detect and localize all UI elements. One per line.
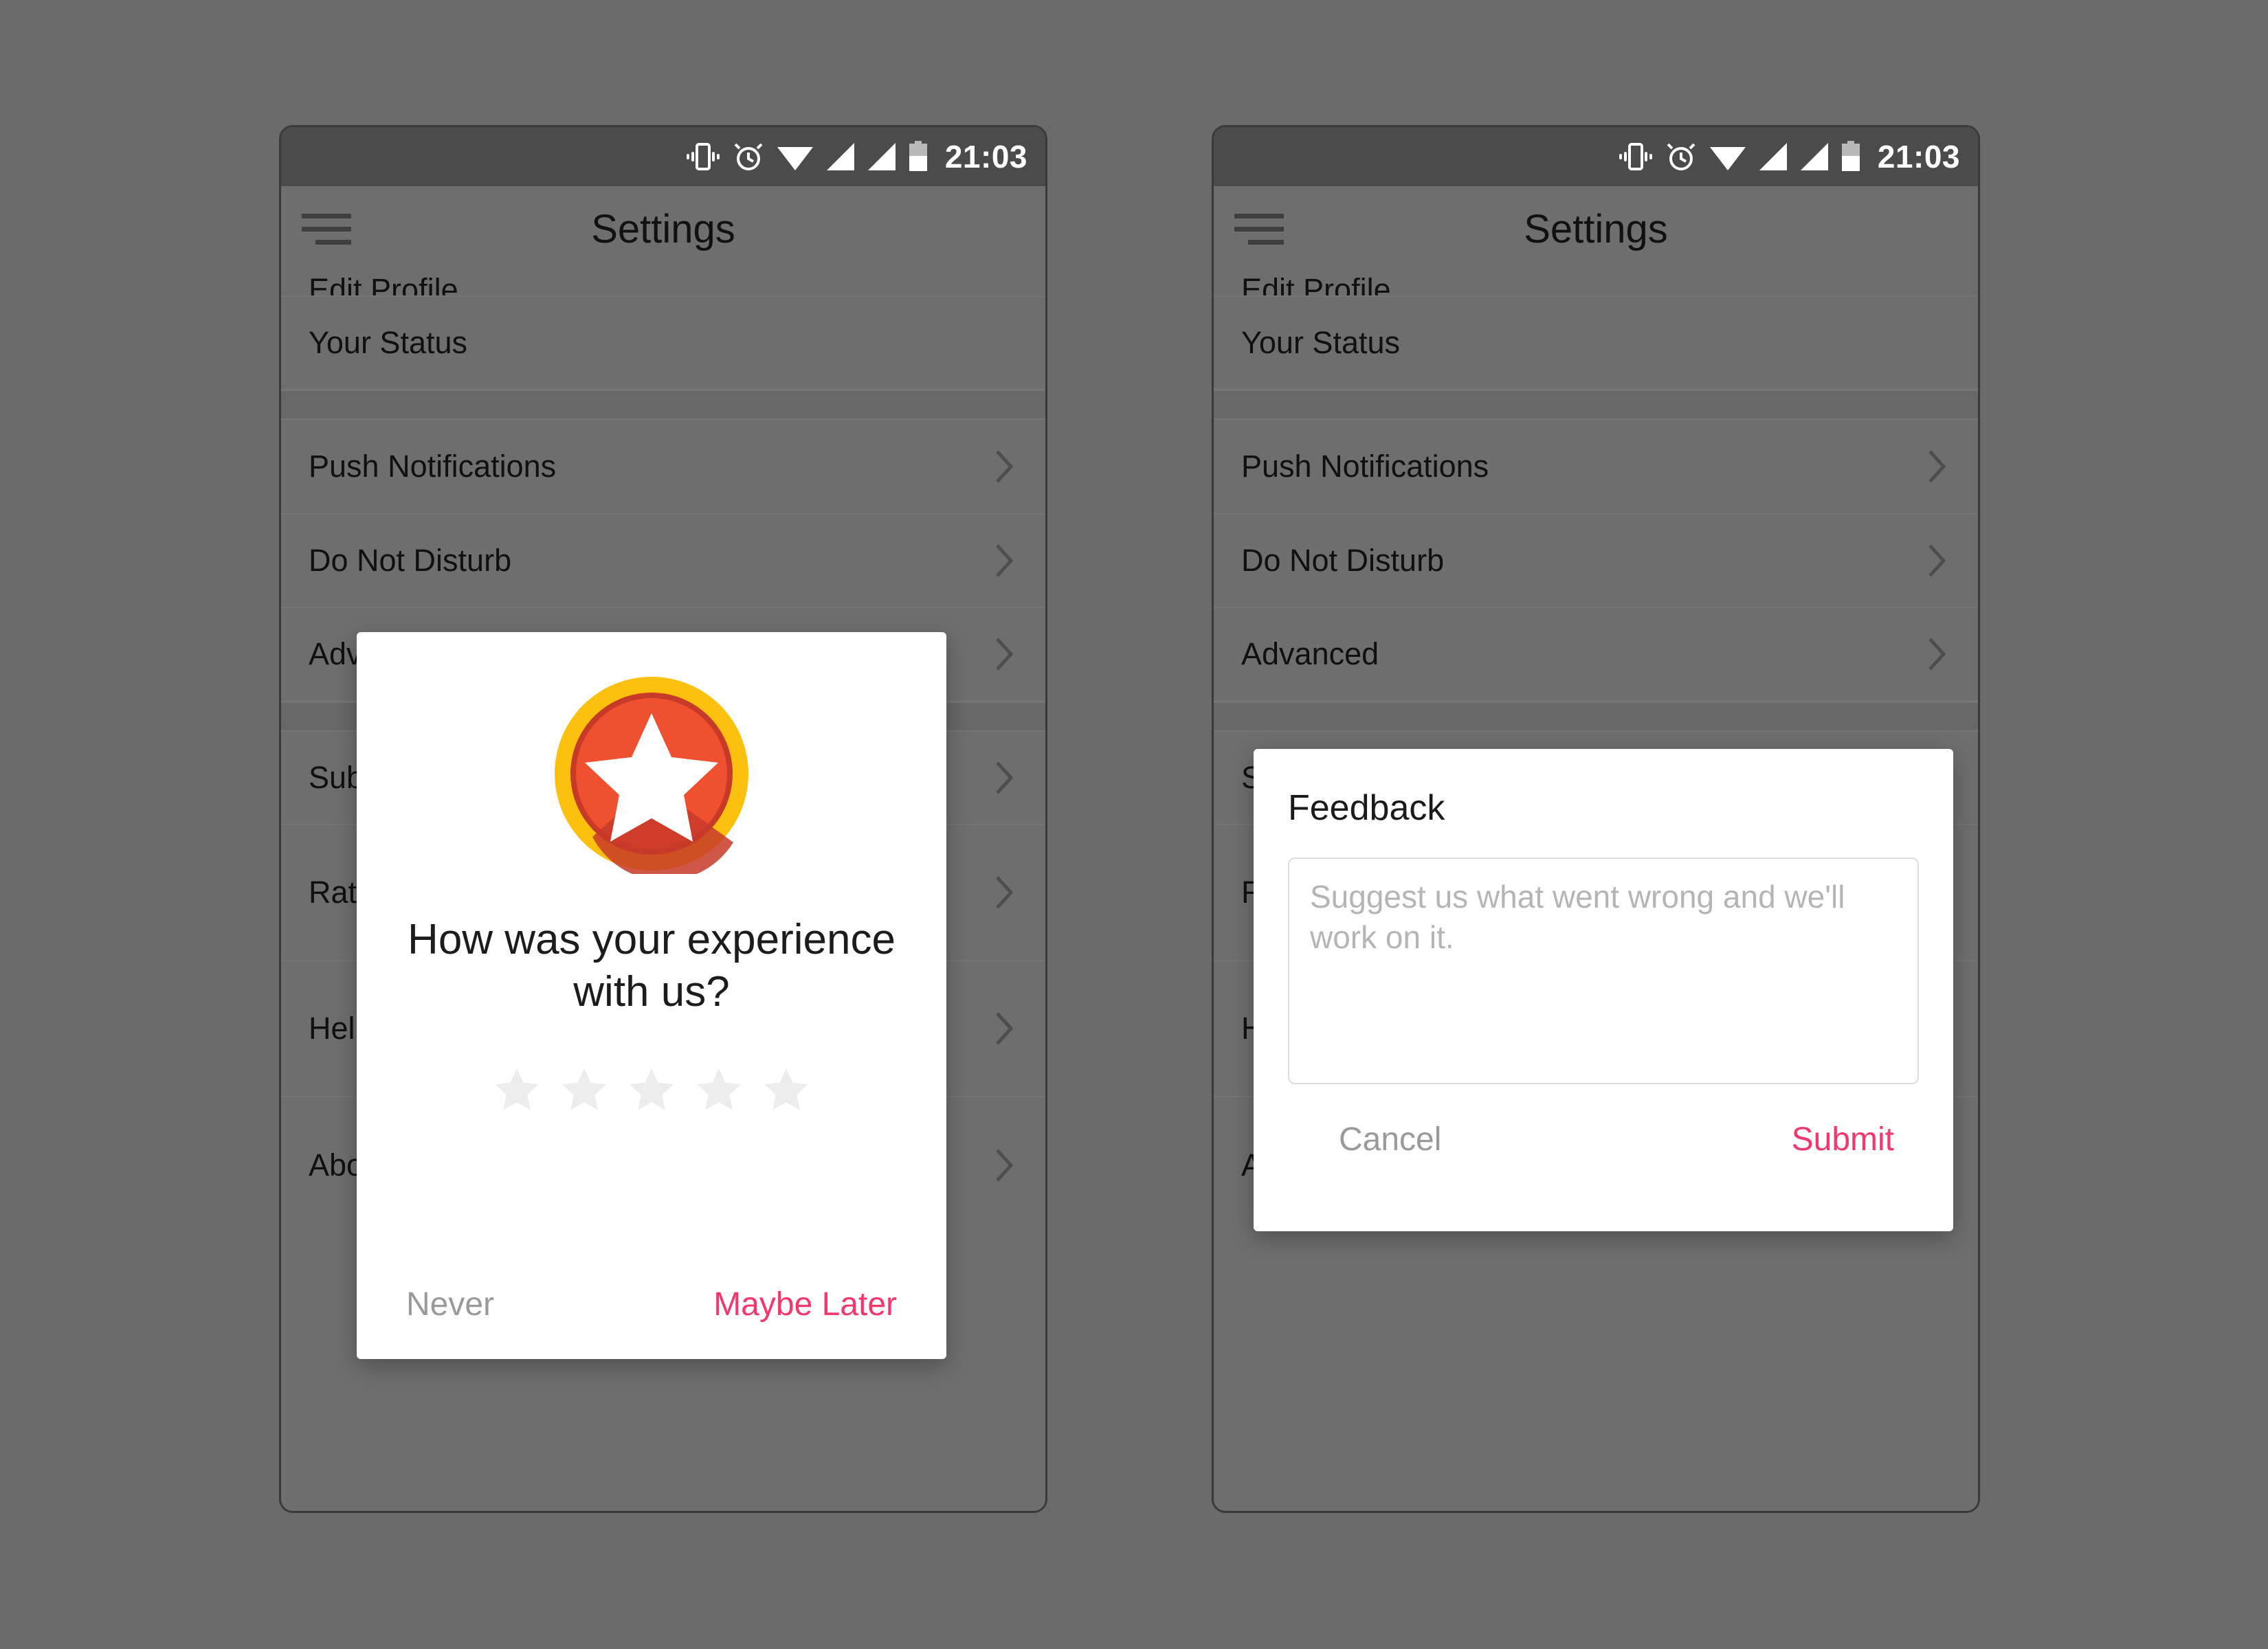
vibrate-icon	[1618, 140, 1654, 173]
rating-question-text: How was your experience with us?	[408, 916, 896, 1016]
never-button[interactable]: Never	[406, 1286, 494, 1323]
hamburger-menu-icon[interactable]	[302, 212, 351, 247]
status-bar-right: 21:03	[1214, 127, 1978, 186]
phone-mockup-left: 21:03 Settings Edit Profile Your Status …	[279, 125, 1047, 1513]
list-item-push-notifications[interactable]: Push Notifications	[1214, 420, 1978, 515]
settings-list-right[interactable]: Edit Profile Your Status Push Notificati…	[1214, 272, 1978, 1511]
alarm-icon	[732, 140, 765, 173]
signal-icon	[1799, 142, 1830, 172]
chevron-right-icon	[990, 541, 1018, 580]
list-item-label: Advanced	[1241, 636, 1379, 671]
signal-icon	[1758, 142, 1788, 172]
page-title: Settings	[1524, 207, 1668, 251]
settings-list-left[interactable]: Edit Profile Your Status Push Notificati…	[281, 272, 1045, 1511]
star-icon-4[interactable]	[692, 1063, 746, 1117]
chevron-right-icon	[1923, 541, 1950, 580]
list-item-label: Push Notifications	[1241, 449, 1489, 484]
chevron-right-icon	[990, 759, 1018, 797]
star-badge-icon	[551, 673, 752, 881]
chevron-right-icon	[990, 635, 1018, 673]
feedback-dialog-title: Feedback	[1288, 788, 1445, 828]
list-section-divider	[1214, 702, 1978, 732]
rate-us-dialog: How was your experience with us? Never M…	[357, 632, 946, 1359]
status-bar-clock: 21:03	[944, 139, 1027, 175]
list-item-your-status[interactable]: Your Status	[281, 297, 1045, 390]
hamburger-menu-icon[interactable]	[1234, 212, 1284, 247]
signal-icon	[825, 142, 856, 172]
battery-icon	[908, 141, 929, 172]
feedback-dialog: Feedback Cancel Submit	[1254, 749, 1953, 1231]
maybe-later-button[interactable]: Maybe Later	[713, 1286, 897, 1323]
chevron-right-icon	[990, 873, 1018, 912]
app-bar-left: Settings	[281, 186, 1045, 272]
chevron-right-icon	[990, 1146, 1018, 1185]
star-icon-3[interactable]	[625, 1063, 678, 1117]
list-section-divider	[1214, 390, 1978, 420]
star-icon-5[interactable]	[759, 1063, 813, 1117]
wifi-icon	[1709, 142, 1747, 172]
status-bar-clock: 21:03	[1877, 139, 1960, 175]
feedback-dialog-actions: Cancel Submit	[1288, 1084, 1919, 1194]
list-item-edit-profile[interactable]: Edit Profile	[281, 272, 1045, 297]
list-item-label: Your Status	[309, 324, 467, 360]
list-item-label: Edit Profile	[309, 272, 458, 297]
cancel-button[interactable]: Cancel	[1339, 1121, 1441, 1158]
list-item-push-notifications[interactable]: Push Notifications	[281, 420, 1045, 515]
list-item-advanced[interactable]: Advanced	[1214, 608, 1978, 702]
chevron-right-icon	[1923, 447, 1950, 486]
list-item-label: Do Not Disturb	[1241, 543, 1445, 578]
wifi-icon	[776, 142, 814, 172]
chevron-right-icon	[990, 447, 1018, 486]
star-icon-2[interactable]	[557, 1063, 611, 1117]
chevron-right-icon	[1923, 635, 1950, 673]
signal-icon	[867, 142, 897, 172]
chevron-right-icon	[990, 1009, 1018, 1048]
battery-icon	[1841, 141, 1861, 172]
page-title: Settings	[591, 207, 735, 251]
list-item-your-status[interactable]: Your Status	[1214, 297, 1978, 390]
list-item-label: Push Notifications	[309, 449, 557, 484]
vibrate-icon	[685, 140, 721, 173]
list-item-edit-profile[interactable]: Edit Profile	[1214, 272, 1978, 297]
list-item-do-not-disturb[interactable]: Do Not Disturb	[281, 515, 1045, 608]
list-item-label: Edit Profile	[1241, 272, 1391, 297]
feedback-textarea[interactable]	[1288, 857, 1919, 1084]
list-section-divider	[281, 390, 1045, 420]
app-bar-right: Settings	[1214, 186, 1978, 272]
status-bar-left: 21:03	[281, 127, 1045, 186]
list-item-label: Do Not Disturb	[309, 543, 512, 578]
screenshot-canvas: 21:03 Settings Edit Profile Your Status …	[0, 0, 2268, 1649]
star-rating-input[interactable]	[490, 1063, 813, 1117]
star-icon-1[interactable]	[490, 1063, 544, 1117]
list-item-do-not-disturb[interactable]: Do Not Disturb	[1214, 515, 1978, 608]
phone-mockup-right: 21:03 Settings Edit Profile Your Status …	[1212, 125, 1980, 1513]
submit-button[interactable]: Submit	[1792, 1121, 1894, 1158]
list-item-label: Your Status	[1241, 324, 1400, 360]
alarm-icon	[1665, 140, 1698, 173]
rate-us-dialog-actions: Never Maybe Later	[357, 1286, 946, 1323]
